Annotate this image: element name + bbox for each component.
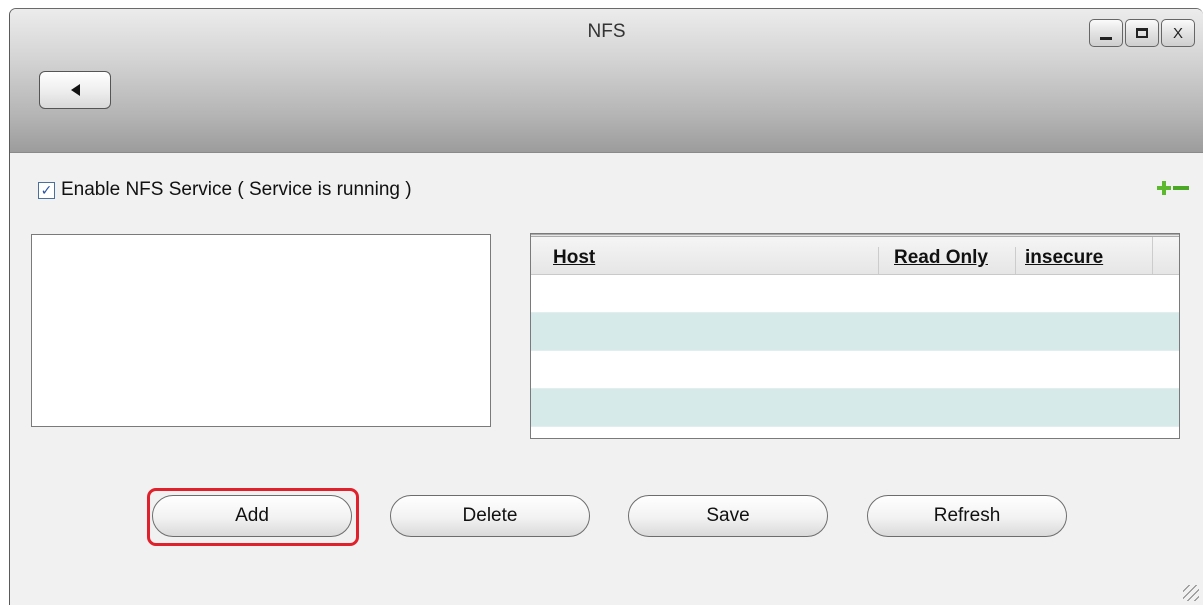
window-title: NFS — [587, 21, 626, 42]
column-header-host[interactable]: Host — [531, 247, 878, 274]
column-header-insecure[interactable]: insecure — [1015, 247, 1152, 274]
table-row[interactable] — [531, 313, 1179, 351]
add-button[interactable]: Add — [152, 495, 352, 537]
column-header-read-only[interactable]: Read Only — [878, 247, 1015, 274]
nfs-window: NFS X ✓ Enable NFS Service ( Service is … — [9, 8, 1203, 605]
table-row[interactable] — [531, 389, 1179, 427]
close-icon: X — [1172, 24, 1183, 42]
close-button[interactable]: X — [1161, 19, 1195, 47]
resize-grip-icon[interactable] — [1183, 585, 1199, 601]
plus-icon[interactable] — [1157, 181, 1171, 195]
table-row[interactable] — [531, 275, 1179, 313]
title-bar[interactable]: NFS X — [10, 9, 1203, 153]
refresh-button[interactable]: Refresh — [867, 495, 1067, 537]
delete-button[interactable]: Delete — [390, 495, 590, 537]
table-row[interactable] — [531, 351, 1179, 389]
enable-nfs-label: Enable NFS Service ( Service is running … — [61, 179, 412, 200]
host-table-header: Host Read Only insecure — [531, 234, 1179, 275]
share-folder-list[interactable] — [31, 234, 491, 427]
minimize-icon — [1100, 36, 1112, 40]
nfs-content: ✓ Enable NFS Service ( Service is runnin… — [10, 153, 1203, 605]
column-header-spacer — [1152, 237, 1179, 274]
window-controls: X — [1089, 19, 1195, 47]
add-remove-controls — [1157, 181, 1189, 195]
save-button[interactable]: Save — [628, 495, 828, 537]
maximize-icon — [1136, 28, 1148, 38]
enable-nfs-row[interactable]: ✓ Enable NFS Service ( Service is runnin… — [38, 179, 412, 201]
maximize-button[interactable] — [1125, 19, 1159, 47]
minus-icon[interactable] — [1173, 186, 1189, 190]
enable-nfs-checkbox[interactable]: ✓ — [38, 181, 55, 199]
minimize-button[interactable] — [1089, 19, 1123, 47]
host-table: Host Read Only insecure — [530, 233, 1180, 439]
back-arrow-icon — [70, 84, 80, 96]
back-button[interactable] — [39, 71, 111, 109]
